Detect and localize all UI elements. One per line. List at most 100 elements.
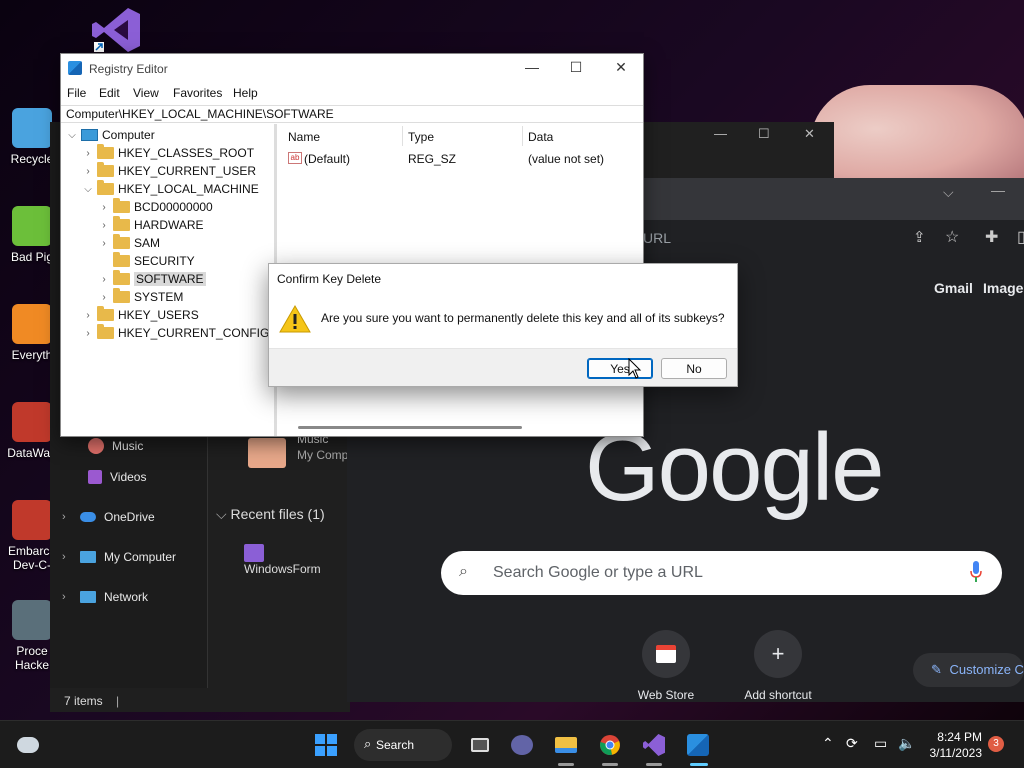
column-type[interactable]: Type	[408, 130, 434, 144]
minimize-icon[interactable]: —	[517, 59, 547, 75]
music-icon	[88, 438, 104, 454]
shortcut-web-store[interactable]: Web Store	[621, 630, 711, 702]
embarcadero-dev-cpp-icon	[12, 500, 52, 540]
chevron-up-icon[interactable]: ⌃	[822, 735, 834, 752]
tree-item-software[interactable]: › SOFTWARE	[99, 270, 206, 288]
start-button[interactable]	[312, 731, 340, 759]
chevron-right-icon[interactable]: ›	[83, 148, 93, 159]
folder-icon	[113, 252, 130, 267]
folder-icon	[113, 270, 130, 285]
chevron-right-icon[interactable]: ›	[83, 166, 93, 177]
chevron-right-icon[interactable]: ›	[99, 274, 109, 285]
tree-item-sam[interactable]: › SAM	[99, 234, 160, 252]
nav-onedrive[interactable]: › OneDrive	[62, 510, 155, 524]
chevron-right-icon[interactable]: ›	[62, 591, 72, 603]
tree-item-system[interactable]: › SYSTEM	[99, 288, 183, 306]
visual-studio-desktop-icon[interactable]	[90, 6, 142, 54]
tree-item-bcd[interactable]: › BCD00000000	[99, 198, 213, 216]
gmail-link[interactable]: Gmail	[934, 280, 973, 296]
close-icon[interactable]: ✕	[606, 59, 636, 76]
recycle-bin-icon	[12, 108, 52, 148]
chevron-right-icon[interactable]: ›	[99, 202, 109, 213]
tree-item-hkcr[interactable]: › HKEY_CLASSES_ROOT	[83, 144, 254, 162]
chevron-right-icon[interactable]: ›	[99, 292, 109, 303]
nav-network[interactable]: › Network	[62, 590, 148, 604]
menu-bar: File Edit View Favorites Help	[61, 84, 643, 104]
shortcut-add[interactable]: + Add shortcut	[733, 630, 823, 702]
tab-search-icon[interactable]: ⌵	[943, 184, 954, 201]
registry-editor-taskbar-icon[interactable]	[684, 731, 712, 759]
tree-item-security[interactable]: SECURITY	[99, 252, 195, 270]
chrome-icon[interactable]	[596, 731, 624, 759]
no-button[interactable]: No	[661, 358, 727, 379]
chevron-down-icon[interactable]: ⌵	[67, 130, 77, 141]
regedit-titlebar[interactable]: Registry Editor — ☐ ✕	[61, 54, 643, 84]
bad-piggies-icon	[12, 206, 52, 246]
yes-button[interactable]: Yes	[587, 358, 653, 379]
monitor-icon	[80, 551, 96, 563]
menu-favorites[interactable]: Favorites	[173, 86, 222, 100]
tree-item-hkcc[interactable]: › HKEY_CURRENT_CONFIG	[83, 324, 269, 342]
menu-help[interactable]: Help	[233, 86, 258, 100]
tree-item-hkcu[interactable]: › HKEY_CURRENT_USER	[83, 162, 256, 180]
customize-chrome-button[interactable]: ✎ Customize C	[913, 653, 1024, 687]
videos-icon	[88, 470, 102, 484]
mouse-cursor-icon	[628, 358, 642, 379]
extensions-icon[interactable]: ✚	[985, 227, 998, 247]
status-bar: 7 items |	[64, 694, 120, 708]
volume-icon[interactable]: 🔈	[898, 735, 915, 752]
microphone-icon[interactable]	[970, 561, 982, 583]
side-panel-icon[interactable]: ▯	[1017, 227, 1024, 247]
tree-item-hku[interactable]: › HKEY_USERS	[83, 306, 199, 324]
chevron-right-icon[interactable]: ›	[99, 238, 109, 249]
nav-videos[interactable]: Videos	[88, 470, 146, 484]
folder-icon	[113, 288, 130, 303]
tree-item-hardware[interactable]: › HARDWARE	[99, 216, 204, 234]
recent-files-header[interactable]: ⌵ Recent files (1)	[216, 506, 325, 523]
value-row[interactable]: ab (Default) REG_SZ (value not set)	[280, 150, 643, 168]
teams-chat-icon[interactable]	[508, 731, 536, 759]
file-explorer-icon[interactable]	[552, 731, 580, 759]
chevron-right-icon[interactable]: ›	[62, 511, 72, 523]
close-icon[interactable]: ✕	[804, 126, 815, 142]
images-link[interactable]: Images	[983, 280, 1024, 296]
string-value-icon: ab	[288, 152, 302, 164]
sync-icon[interactable]: ⟳	[846, 735, 858, 752]
task-view-icon[interactable]	[466, 731, 494, 759]
chevron-right-icon[interactable]: ›	[62, 551, 72, 563]
google-search-box[interactable]: ⌕ Search Google or type a URL	[441, 551, 1002, 595]
column-name[interactable]: Name	[288, 130, 320, 144]
tree-item-computer[interactable]: ⌵ Computer	[67, 126, 154, 144]
chevron-right-icon[interactable]: ›	[83, 328, 93, 339]
folder-open-icon	[97, 180, 114, 195]
chevron-right-icon[interactable]: ›	[99, 220, 109, 231]
menu-edit[interactable]: Edit	[99, 86, 120, 100]
registry-editor-icon	[68, 61, 82, 75]
maximize-icon[interactable]: ☐	[758, 126, 770, 142]
share-icon[interactable]: ⇪	[913, 228, 926, 246]
taskbar-search[interactable]: ⌕ Search	[354, 729, 452, 761]
menu-file[interactable]: File	[67, 86, 86, 100]
star-icon[interactable]: ☆	[945, 227, 959, 247]
chevron-right-icon[interactable]: ›	[83, 310, 93, 321]
tree-item-hklm[interactable]: ⌵ HKEY_LOCAL_MACHINE	[83, 180, 259, 198]
notification-badge[interactable]: 3	[988, 736, 1004, 752]
column-data[interactable]: Data	[528, 130, 553, 144]
address-bar[interactable]: Computer\HKEY_LOCAL_MACHINE\SOFTWARE	[61, 105, 643, 123]
nav-music[interactable]: Music	[88, 438, 143, 454]
horizontal-scrollbar[interactable]	[298, 426, 522, 429]
visual-studio-icon[interactable]	[640, 731, 668, 759]
chevron-down-icon[interactable]: ⌵	[83, 184, 93, 195]
minimize-icon[interactable]: —	[991, 182, 1005, 198]
maximize-icon[interactable]: ☐	[561, 59, 591, 76]
clock[interactable]: 8:24 PM 3/11/2023	[928, 729, 983, 761]
folder-icon	[97, 144, 114, 159]
menu-view[interactable]: View	[133, 86, 159, 100]
nav-my-computer[interactable]: › My Computer	[62, 550, 176, 564]
recent-file-item[interactable]: WindowsForm	[244, 544, 350, 576]
dialog-footer: Yes No	[269, 348, 737, 386]
weather-icon[interactable]	[14, 731, 42, 759]
windows-logo-icon	[315, 734, 337, 756]
minimize-icon[interactable]: —	[714, 126, 727, 141]
display-icon[interactable]: ▭	[874, 735, 887, 752]
